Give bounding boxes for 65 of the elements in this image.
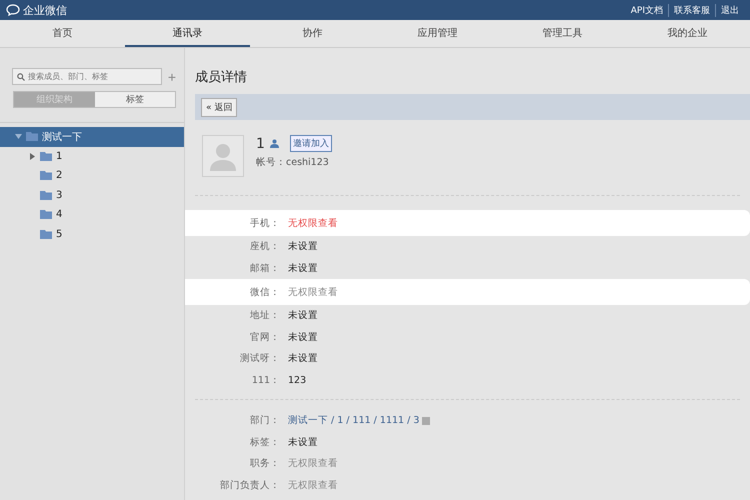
field-value: 无权限查看 (288, 216, 338, 230)
expand-icon[interactable] (28, 152, 36, 160)
field-value: 123 (288, 374, 306, 386)
invite-button[interactable]: 邀请加入 (290, 135, 332, 152)
chat-bubble-icon (6, 4, 20, 16)
nav-tab[interactable]: 协作 (250, 20, 375, 47)
field-label: 邮箱： (249, 262, 280, 275)
nav-tab[interactable]: 应用管理 (375, 20, 500, 47)
field-label: 座机： (249, 240, 280, 254)
tree-label: 1 (56, 150, 62, 162)
field-label: 测试呀： (239, 352, 280, 366)
field-label: 职务： (249, 457, 280, 470)
tree-item[interactable]: 测试一下 (0, 127, 184, 146)
search-field[interactable]: 搜索成员、部门、标签 (12, 68, 162, 85)
nav-tab[interactable]: 首页 (0, 20, 125, 47)
folder-icon (40, 190, 52, 200)
nav-tab[interactable]: 管理工具 (500, 20, 625, 47)
tree-item[interactable]: 2 (0, 166, 184, 186)
folder-icon (40, 171, 52, 180)
tree-label: 2 (56, 170, 62, 182)
search-icon (17, 72, 25, 80)
folder-icon (40, 230, 52, 239)
field-value: 未设置 (288, 309, 318, 322)
folder-icon (40, 152, 52, 161)
field-value: 未设置 (288, 352, 318, 366)
field-value: 未设置 (288, 436, 318, 449)
folder-icon (26, 132, 38, 142)
tree-item[interactable]: 3 (0, 186, 184, 205)
department-link[interactable]: 测试一下 / 1 / 111 / 1111 / 3 (288, 414, 420, 428)
field-label: 部门负责人： (219, 478, 280, 492)
field-label: 111： (250, 374, 280, 387)
field-label: 手机： (249, 216, 280, 230)
header-link[interactable]: 退出 (715, 4, 744, 16)
field-value: 无权限查看 (288, 478, 338, 492)
tree-label: 测试一下 (42, 130, 82, 144)
field-value: 无权限查看 (288, 286, 338, 298)
collapse-icon[interactable] (14, 133, 22, 140)
nav-tab[interactable]: 我的企业 (625, 20, 750, 47)
member-name: 1 (256, 136, 265, 152)
header-link[interactable]: 联系客服 (668, 4, 715, 16)
field-value: 无权限查看 (288, 457, 338, 470)
header-link[interactable]: API文档 (626, 4, 668, 16)
logo-text: 企业微信 (23, 2, 67, 18)
field-value: 未设置 (288, 330, 318, 344)
back-button[interactable]: « 返回 (201, 98, 238, 116)
person-icon (270, 139, 279, 148)
tree-item[interactable]: 5 (0, 224, 184, 244)
account-text: 帐号：ceshi123 (256, 156, 330, 169)
search-input[interactable]: 搜索成员、部门、标签 (28, 72, 148, 81)
tree-item[interactable]: 1 (0, 146, 184, 166)
tree-item[interactable]: 4 (0, 205, 184, 224)
page-title: 成员详情 (195, 69, 248, 86)
segment-tab[interactable]: 标签 (94, 92, 175, 107)
tree-label: 4 (56, 209, 62, 220)
field-label: 地址： (249, 309, 280, 322)
field-value: 未设置 (288, 240, 318, 254)
folder-icon (40, 210, 52, 220)
avatar (202, 135, 244, 177)
field-label: 微信： (249, 286, 280, 298)
field-value: 未设置 (288, 262, 318, 275)
field-label: 官网： (249, 330, 280, 344)
tree-label: 3 (56, 190, 62, 201)
field-label: 部门： (249, 414, 280, 428)
tree-label: 5 (56, 228, 62, 240)
field-label: 标签： (249, 436, 280, 449)
